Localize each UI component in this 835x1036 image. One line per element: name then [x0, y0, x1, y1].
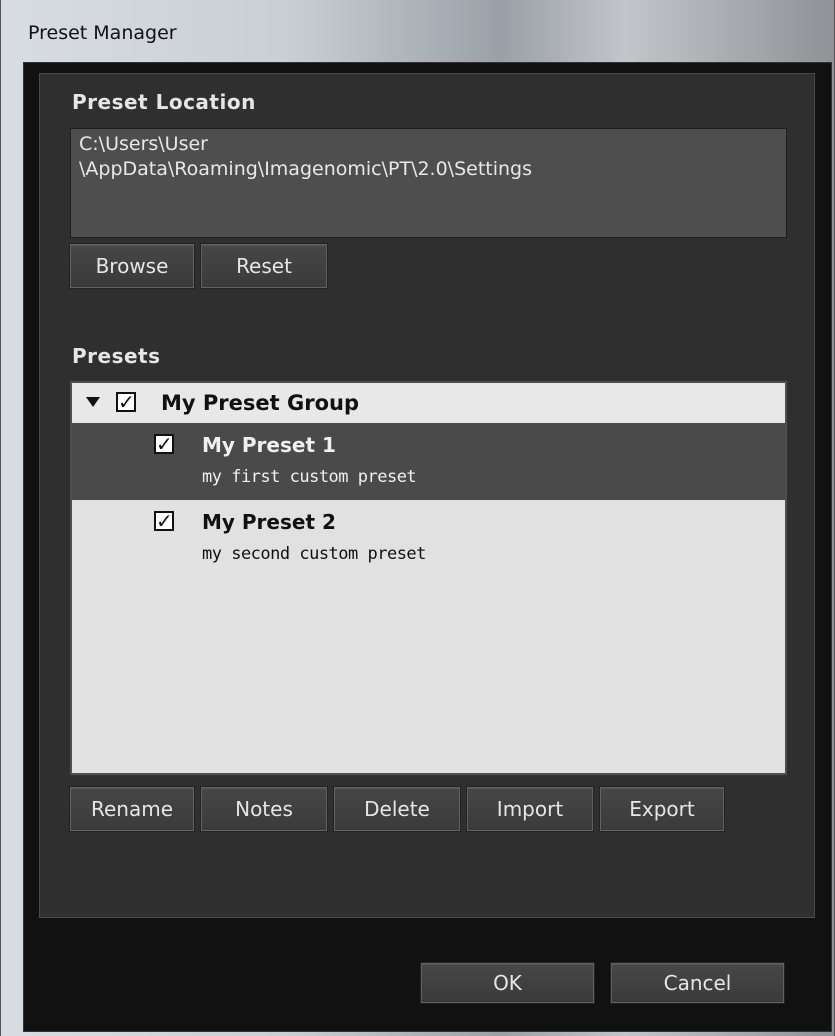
list-item[interactable]: ✓ My Preset 2 my second custom preset — [72, 500, 785, 577]
preset-2-note: my second custom preset — [202, 544, 426, 564]
checkmark-icon: ✓ — [118, 390, 135, 414]
ok-button[interactable]: OK — [421, 963, 594, 1003]
cancel-button[interactable]: Cancel — [611, 963, 784, 1003]
dialog-client-area: Preset Location C:\Users\User \AppData\R… — [23, 62, 832, 1032]
preset-1-title: My Preset 1 — [202, 433, 336, 457]
preset-1-note: my first custom preset — [202, 467, 417, 487]
reset-button[interactable]: Reset — [201, 244, 327, 288]
checkmark-icon: ✓ — [156, 432, 173, 456]
group-checkbox[interactable]: ✓ — [116, 392, 136, 412]
presets-label: Presets — [72, 344, 161, 368]
checkmark-icon: ✓ — [156, 509, 173, 533]
preset-1-checkbox[interactable]: ✓ — [154, 434, 174, 454]
export-button[interactable]: Export — [600, 787, 724, 831]
location-path-line-1: C:\Users\User — [79, 133, 208, 155]
preset-group-name: My Preset Group — [161, 391, 359, 415]
presets-list[interactable]: ✓ My Preset Group ✓ My Preset 1 my first… — [70, 381, 787, 775]
preset-location-label: Preset Location — [72, 90, 256, 114]
list-item[interactable]: ✓ My Preset 1 my first custom preset — [72, 423, 785, 500]
preset-group-row[interactable]: ✓ My Preset Group — [72, 383, 785, 423]
preset-2-checkbox[interactable]: ✓ — [154, 511, 174, 531]
preset-2-title: My Preset 2 — [202, 510, 336, 534]
import-button[interactable]: Import — [467, 787, 593, 831]
title-bar[interactable]: Preset Manager — [1, 0, 835, 62]
triangle-down-icon[interactable] — [86, 397, 100, 407]
preset-manager-window: Preset Manager Preset Location C:\Users\… — [0, 0, 835, 1036]
rename-button[interactable]: Rename — [70, 787, 194, 831]
location-path-line-2: \AppData\Roaming\Imagenomic\PT\2.0\Setti… — [79, 158, 533, 180]
browse-button[interactable]: Browse — [70, 244, 194, 288]
main-panel: Preset Location C:\Users\User \AppData\R… — [39, 73, 815, 918]
notes-button[interactable]: Notes — [201, 787, 327, 831]
window-title: Preset Manager — [28, 22, 177, 44]
preset-location-field[interactable]: C:\Users\User \AppData\Roaming\Imagenomi… — [70, 128, 787, 238]
delete-button[interactable]: Delete — [334, 787, 460, 831]
